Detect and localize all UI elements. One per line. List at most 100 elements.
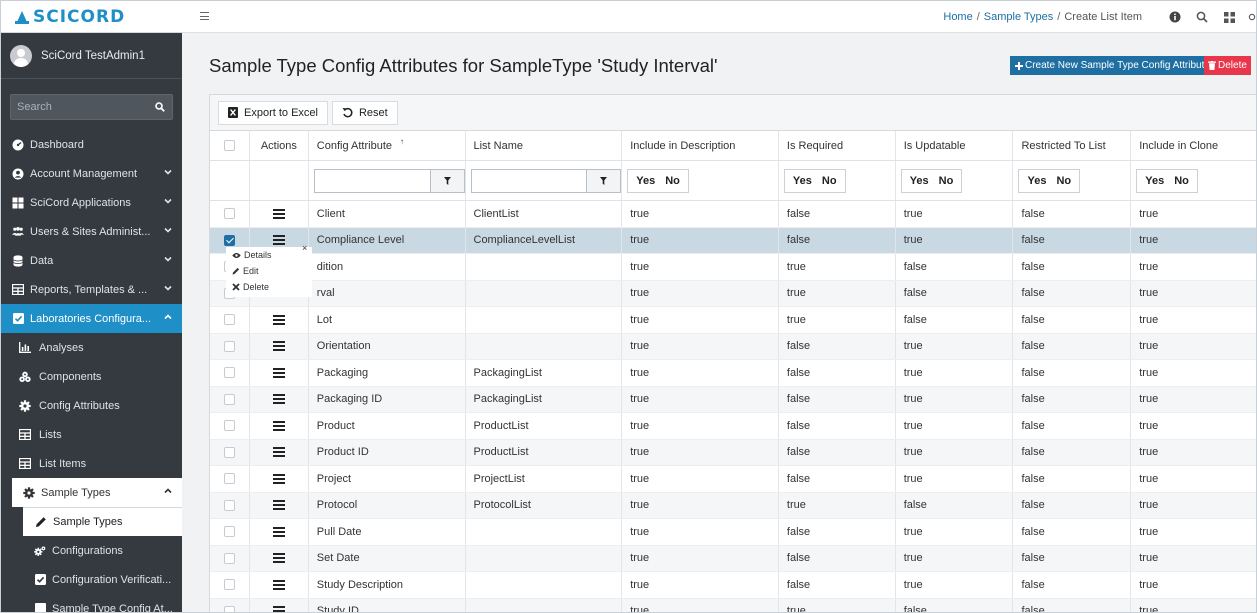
- filter-yes[interactable]: Yes: [1137, 175, 1172, 187]
- export-to-excel-button[interactable]: Export to Excel: [218, 100, 328, 125]
- row-checkbox[interactable]: [223, 499, 235, 511]
- row-actions-menu-icon[interactable]: [272, 606, 285, 612]
- row-actions-menu-icon[interactable]: [272, 473, 285, 484]
- table-row[interactable]: Project ProjectList true false true false true: [210, 466, 1256, 493]
- config-attribute-filter-button[interactable]: [430, 168, 465, 193]
- filter-yes[interactable]: Yes: [785, 175, 820, 187]
- filter-no[interactable]: No: [1172, 175, 1197, 187]
- sidebar-item-laboratories-configuration[interactable]: Laboratories Configura...: [1, 304, 182, 333]
- table-row[interactable]: Packaging PackagingList true false true false…: [210, 360, 1256, 387]
- filter-no[interactable]: No: [937, 175, 962, 187]
- row-actions-menu-icon[interactable]: [272, 394, 285, 405]
- row-checkbox[interactable]: [223, 579, 235, 591]
- brand[interactable]: SCICORD: [1, 1, 182, 33]
- sidebar-item-list-items[interactable]: List Items: [1, 449, 182, 478]
- row-actions-menu-icon[interactable]: [272, 235, 285, 246]
- row-checkbox[interactable]: [223, 208, 235, 220]
- table-row[interactable]: Packaging ID PackagingList true false true fa…: [210, 386, 1256, 413]
- column-header-is-updatable[interactable]: Is Updatable: [896, 131, 1014, 160]
- row-actions-menu-icon[interactable]: [272, 341, 285, 352]
- list-name-filter-button[interactable]: [587, 168, 622, 193]
- close-icon[interactable]: ×: [302, 243, 312, 253]
- sidebar-item-configurations[interactable]: Configurations: [1, 536, 182, 565]
- row-actions-menu-icon[interactable]: [272, 553, 285, 564]
- row-actions-menu-icon[interactable]: [272, 447, 285, 458]
- row-actions-menu-icon[interactable]: [272, 367, 285, 378]
- table-row[interactable]: Study ID true true false false true: [210, 598, 1256, 612]
- column-header-include-in-clone[interactable]: Include in Clone: [1131, 131, 1256, 160]
- column-header-include-in-description[interactable]: Include in Description: [622, 131, 779, 160]
- table-row[interactable]: Pull Date true false true false true: [210, 519, 1256, 546]
- sidebar-item-analyses[interactable]: Analyses: [1, 333, 182, 362]
- table-row[interactable]: Set Date true false true false true: [210, 545, 1256, 572]
- row-checkbox[interactable]: [223, 340, 235, 352]
- row-checkbox[interactable]: [223, 420, 235, 432]
- table-row[interactable]: Orientation true false true false true: [210, 333, 1256, 360]
- row-actions-menu-icon[interactable]: [272, 208, 285, 219]
- row-actions-menu-icon[interactable]: [272, 314, 285, 325]
- yes-no-toggle[interactable]: Yes No: [900, 168, 963, 193]
- column-header-is-required[interactable]: Is Required: [779, 131, 896, 160]
- settings-icon[interactable]: [1248, 9, 1256, 25]
- filter-no[interactable]: No: [1054, 175, 1079, 187]
- sidebar-item-scicord-applications[interactable]: SciCord Applications: [1, 188, 182, 217]
- row-checkbox[interactable]: [223, 446, 235, 458]
- sidebar-item-lists[interactable]: Lists: [1, 420, 182, 449]
- filter-yes[interactable]: Yes: [902, 175, 937, 187]
- column-header-config-attribute[interactable]: Config Attribute ↑: [309, 131, 466, 160]
- row-checkbox[interactable]: [223, 314, 235, 326]
- yes-no-toggle[interactable]: Yes No: [1018, 168, 1081, 193]
- table-row[interactable]: rval true true false false true: [210, 280, 1256, 307]
- table-row[interactable]: Product ID ProductList true false true false t…: [210, 439, 1256, 466]
- create-config-attribute-button[interactable]: Create New Sample Type Config Attribute: [1010, 56, 1215, 75]
- menu-item-edit[interactable]: Edit: [226, 263, 312, 279]
- hamburger-menu-icon[interactable]: [200, 12, 209, 20]
- row-actions-menu-icon[interactable]: [272, 500, 285, 511]
- row-actions-menu-icon[interactable]: [272, 579, 285, 590]
- row-checkbox[interactable]: [223, 234, 235, 246]
- row-checkbox[interactable]: [223, 367, 235, 379]
- sidebar-item-account-management[interactable]: Account Management: [1, 159, 182, 188]
- menu-item-details[interactable]: Details: [226, 247, 312, 263]
- table-row[interactable]: Client ClientList true false true false true: [210, 201, 1256, 228]
- sidebar-item-sample-types-group[interactable]: Sample Types: [12, 478, 182, 507]
- user-panel[interactable]: SciCord TestAdmin1: [1, 33, 182, 79]
- filter-yes[interactable]: Yes: [1019, 175, 1054, 187]
- reset-button[interactable]: Reset: [331, 100, 398, 125]
- search-input[interactable]: [11, 95, 148, 119]
- table-row[interactable]: dition true true false false true: [210, 254, 1256, 281]
- sidebar-item-sample-type-config-attributes[interactable]: Sample Type Config At...: [1, 594, 182, 612]
- table-row[interactable]: Study Description true false true false true: [210, 572, 1256, 599]
- column-header-list-name[interactable]: List Name: [466, 131, 623, 160]
- search-icon[interactable]: [1194, 9, 1210, 25]
- delete-button[interactable]: Delete: [1204, 56, 1251, 75]
- sidebar-item-dashboard[interactable]: Dashboard: [1, 130, 182, 159]
- list-name-filter-input[interactable]: [470, 168, 588, 193]
- filter-no[interactable]: No: [663, 175, 688, 187]
- sidebar-item-config-attributes[interactable]: Config Attributes: [1, 391, 182, 420]
- menu-item-delete[interactable]: Delete: [226, 279, 312, 295]
- table-row[interactable]: Product ProductList true false true false true: [210, 413, 1256, 440]
- breadcrumb-home[interactable]: Home: [943, 11, 972, 23]
- row-checkbox[interactable]: [223, 526, 235, 538]
- sidebar-item-sample-types[interactable]: Sample Types: [23, 507, 182, 536]
- sidebar-item-users-sites[interactable]: Users & Sites Administ...: [1, 217, 182, 246]
- row-checkbox[interactable]: [223, 605, 235, 612]
- filter-no[interactable]: No: [820, 175, 845, 187]
- sidebar-item-reports-templates[interactable]: Reports, Templates & ...: [1, 275, 182, 304]
- search-button[interactable]: [148, 95, 172, 119]
- filter-yes[interactable]: Yes: [628, 175, 663, 187]
- yes-no-toggle[interactable]: Yes No: [1136, 168, 1198, 193]
- row-checkbox[interactable]: [223, 552, 235, 564]
- grid-icon[interactable]: [1221, 9, 1237, 25]
- yes-no-toggle[interactable]: Yes No: [783, 168, 846, 193]
- config-attribute-filter-input[interactable]: [313, 168, 431, 193]
- sidebar-item-components[interactable]: Components: [1, 362, 182, 391]
- yes-no-toggle[interactable]: Yes No: [627, 168, 689, 193]
- row-checkbox[interactable]: [223, 473, 235, 485]
- row-actions-menu-icon[interactable]: [272, 420, 285, 431]
- info-icon[interactable]: [1167, 9, 1183, 25]
- row-actions-menu-icon[interactable]: [272, 526, 285, 537]
- table-row[interactable]: Protocol ProtocolList true true false false tr…: [210, 492, 1256, 519]
- table-row[interactable]: Compliance Level ComplianceLevelList true f…: [210, 227, 1256, 254]
